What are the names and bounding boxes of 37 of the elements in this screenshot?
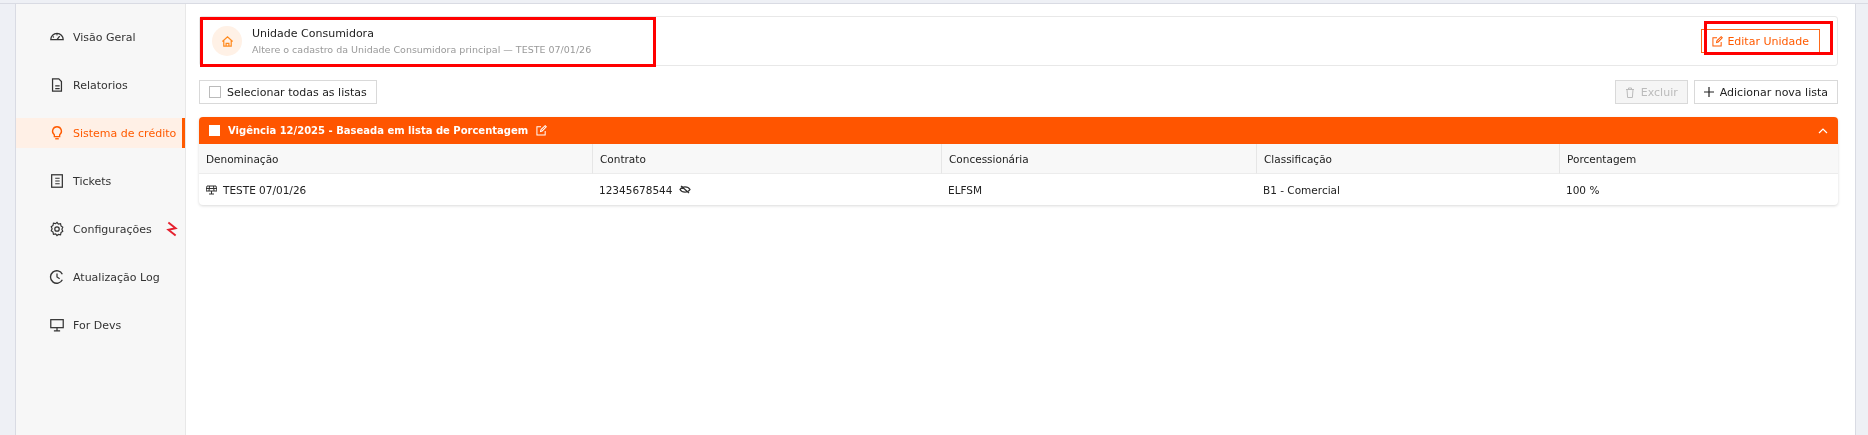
sidebar-item[interactable]: Atualização Log [16,262,185,292]
sidebar-item[interactable]: Configurações [16,214,185,244]
table-cell: 100 % [1566,183,1600,196]
column-header: Contrato [592,144,941,174]
card-title: Unidade Consumidora [252,27,375,40]
solar-panel-icon [206,184,217,195]
column-header: Denominação [199,144,592,174]
trash-icon [1624,86,1635,98]
settings-icon [49,221,65,237]
card-subtitle: Altere o cadastro da Unidade Consumidora principal — TESTE 07/01/26 [252,44,592,55]
sidebar-item[interactable]: Relatorios [16,70,185,100]
checkbox[interactable] [209,86,221,98]
home-icon [212,26,242,56]
column-header: Classificação [1256,144,1559,174]
table-cell: 12345678544 [599,183,673,196]
monitor-icon [49,317,65,333]
add-list-button[interactable]: Adicionar nova lista [1693,80,1838,104]
column-header: Porcentagem [1559,144,1838,174]
lightbulb-icon [49,125,65,141]
table-cell: B1 - Comercial [1263,183,1340,196]
document-icon [49,77,65,93]
sidebar-item[interactable]: For Devs [16,310,185,340]
edit-icon[interactable] [536,125,548,136]
sidebar-item[interactable]: Visão Geral [16,22,185,52]
plus-icon [1703,87,1714,97]
checkbox[interactable] [209,125,220,136]
column-header: Concessionária [941,144,1256,174]
chevron-icon[interactable] [1818,127,1828,134]
edit-icon [1712,35,1724,47]
list-icon [49,173,65,189]
select-all-button[interactable]: Selecionar todas as listas [199,80,377,104]
clock-icon [49,269,65,285]
table-cell: TESTE 07/01/26 [223,183,307,196]
eye-slash-icon[interactable] [678,185,691,194]
list-title: Vigência 12/2025 - Baseada em lista de Porcentagem [228,125,529,136]
sidebar-item[interactable]: Tickets [16,166,185,196]
table-cell: ELFSM [948,183,983,196]
